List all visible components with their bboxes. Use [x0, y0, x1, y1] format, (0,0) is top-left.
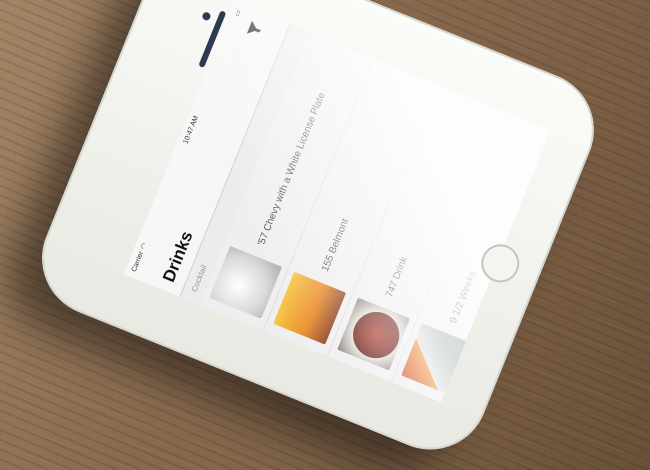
drink-name: 747 Drink: [383, 255, 410, 299]
drink-name: 9 1/2 Weeks: [447, 269, 479, 325]
filter-funnel-icon[interactable]: [245, 19, 266, 40]
front-camera: [201, 11, 212, 22]
drink-thumbnail: [401, 323, 475, 397]
drink-thumbnail: [273, 271, 347, 345]
filter-funnel-icon-svg: [246, 20, 262, 34]
wifi-icon: ◠: [139, 242, 149, 251]
battery-icon: ▭: [233, 8, 243, 18]
drink-thumbnail: [337, 297, 411, 371]
drink-thumbnail: [209, 245, 283, 319]
iphone-device: Carrier◠ 10:47 AM ▭ Drinks Cocktail '57 …: [24, 0, 612, 467]
app-screen: Carrier◠ 10:47 AM ▭ Drinks Cocktail '57 …: [123, 1, 552, 403]
drink-name: 155 Belmont: [319, 216, 351, 274]
